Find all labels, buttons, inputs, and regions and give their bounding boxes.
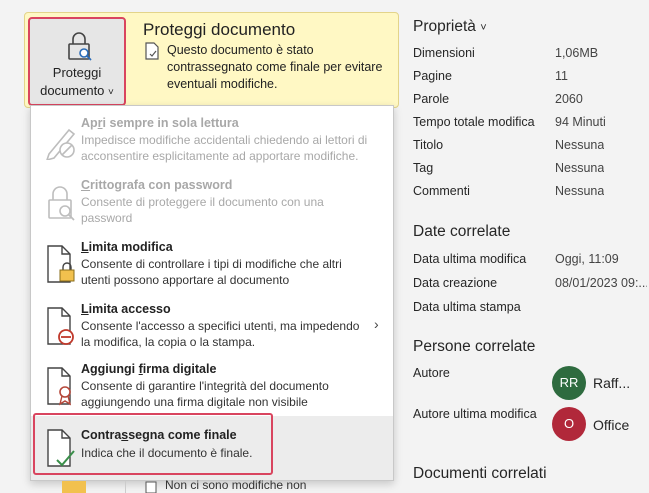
menu-item-description: Consente l'accesso a specifici utenti, m… bbox=[81, 319, 360, 349]
menu-item-title: Aggiungi firma digitale bbox=[81, 362, 217, 376]
property-key: Tag bbox=[413, 161, 434, 175]
inspect-description: Non ci sono modifiche non bbox=[165, 478, 307, 492]
menu-item-restrict-editing[interactable]: Limita modifica Consente di controllare … bbox=[31, 240, 393, 298]
document-ribbon-icon bbox=[47, 367, 72, 406]
property-key: Commenti bbox=[413, 184, 470, 198]
property-key: Dimensioni bbox=[413, 46, 475, 60]
author-label: Autore bbox=[413, 366, 450, 380]
protect-button-label: Proteggi documento ˅ bbox=[40, 65, 114, 98]
document-icon bbox=[145, 481, 157, 493]
card-title: Proteggi documento bbox=[143, 20, 296, 39]
document-final-icon bbox=[145, 42, 159, 60]
property-value[interactable]: Nessuna bbox=[555, 138, 604, 152]
menu-item-description: Consente di garantire l'integrità del do… bbox=[81, 379, 329, 409]
avatar[interactable]: O bbox=[552, 407, 586, 441]
last-editor-name[interactable]: Office bbox=[593, 417, 629, 433]
date-key: Data ultima stampa bbox=[413, 300, 521, 314]
lock-search-icon bbox=[48, 186, 75, 221]
menu-item-description: Consente di controllare i tipi di modifi… bbox=[81, 257, 342, 287]
chevron-down-icon: ˅ bbox=[108, 87, 114, 98]
related-dates-header: Date correlate bbox=[413, 223, 511, 240]
lock-search-icon bbox=[68, 32, 92, 61]
divider bbox=[125, 481, 126, 493]
protect-document-button[interactable]: Proteggi documento ˅ bbox=[28, 17, 126, 106]
author-name[interactable]: Raff... bbox=[593, 375, 649, 391]
menu-item-restrict-access[interactable]: Limita accesso Consente l'accesso a spec… bbox=[31, 302, 393, 360]
menu-item-title: Limita accesso bbox=[81, 302, 171, 316]
chevron-down-icon: ˅ bbox=[480, 22, 487, 34]
property-key: Parole bbox=[413, 92, 450, 106]
property-value[interactable]: Nessuna bbox=[555, 184, 604, 198]
card-description: Questo documento è stato contrassegnato … bbox=[167, 43, 383, 91]
menu-item-description: Consente di proteggere il documento con … bbox=[81, 195, 324, 225]
property-key: Titolo bbox=[413, 138, 444, 152]
last-editor-label: Autore ultima modifica bbox=[413, 407, 537, 421]
document-lock-icon bbox=[47, 245, 75, 283]
date-key: Data creazione bbox=[413, 276, 498, 290]
property-value[interactable]: Nessuna bbox=[555, 161, 604, 175]
property-value: 2060 bbox=[555, 92, 583, 106]
menu-item-description: Impedisce modifiche accidentali chiedend… bbox=[81, 133, 368, 163]
menu-item-always-read-only[interactable]: Apri sempre in sola lettura Impedisce mo… bbox=[31, 116, 393, 174]
menu-item-add-digital-signature[interactable]: Aggiungi firma digitale Consente di gara… bbox=[31, 362, 393, 418]
date-value: Oggi, 11:09 bbox=[555, 252, 619, 266]
property-key: Pagine bbox=[413, 69, 452, 83]
property-value: 94 Minuti bbox=[555, 115, 606, 129]
folder-icon bbox=[62, 481, 86, 493]
property-key: Tempo totale modifica bbox=[413, 115, 535, 129]
related-people-header: Persone correlate bbox=[413, 338, 536, 355]
avatar[interactable]: RR bbox=[552, 366, 586, 400]
pencil-disabled-icon bbox=[46, 128, 76, 160]
menu-item-title: Limita modifica bbox=[81, 240, 173, 254]
properties-header[interactable]: Proprietà ˅ bbox=[413, 18, 487, 36]
menu-item-encrypt-password[interactable]: Crittografa con password Consente di pro… bbox=[31, 178, 393, 234]
date-value: 08/01/2023 09:... bbox=[555, 276, 647, 290]
property-value: 11 bbox=[555, 69, 568, 83]
chevron-right-icon[interactable]: › bbox=[374, 316, 379, 332]
document-restrict-icon bbox=[47, 307, 74, 345]
mark-as-final-highlight bbox=[33, 413, 273, 475]
menu-item-title: Apri sempre in sola lettura bbox=[81, 116, 239, 130]
date-key: Data ultima modifica bbox=[413, 252, 527, 266]
property-value: 1,06MB bbox=[555, 46, 599, 60]
menu-item-title: Crittografa con password bbox=[81, 178, 233, 192]
related-documents-header: Documenti correlati bbox=[413, 465, 547, 482]
